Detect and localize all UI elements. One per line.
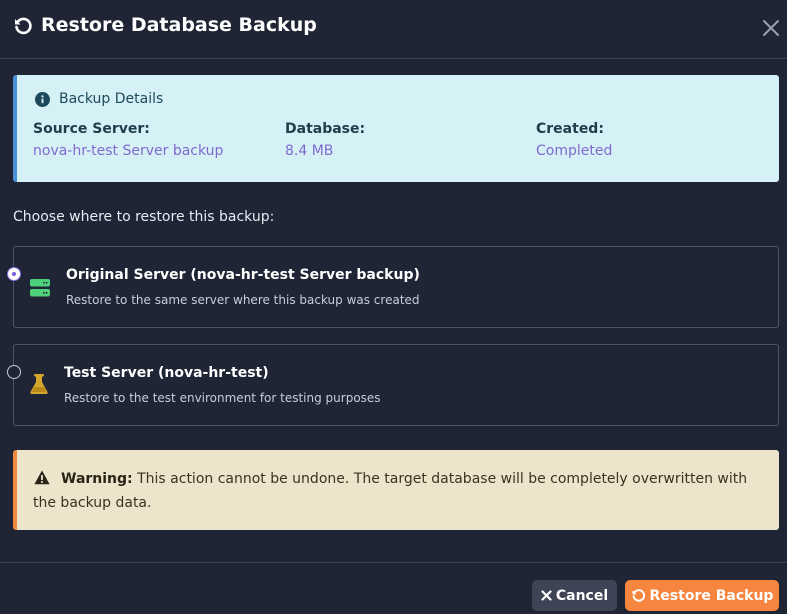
source-server-value: nova-hr-test Server backup xyxy=(33,143,224,159)
restore-target-prompt: Choose where to restore this backup: xyxy=(13,209,275,225)
warning-text: This action cannot be undone. The target… xyxy=(33,471,748,511)
info-icon xyxy=(35,91,50,107)
dialog-footer: Cancel Restore Backup xyxy=(0,562,787,614)
cancel-button[interactable]: Cancel xyxy=(532,580,617,611)
created-field: Created: Completed xyxy=(536,121,612,159)
backup-details-panel: Backup Details Source Server: nova-hr-te… xyxy=(13,75,779,182)
test-server-description: Restore to the test environment for test… xyxy=(64,391,381,405)
restore-icon xyxy=(15,17,32,35)
backup-details-heading: Backup Details xyxy=(35,91,163,107)
warning-box: Warning: This action cannot be undone. T… xyxy=(13,450,779,530)
original-server-radio[interactable] xyxy=(7,267,21,281)
test-server-radio[interactable] xyxy=(7,365,21,379)
original-server-description: Restore to the same server where this ba… xyxy=(66,293,420,307)
database-field: Database: 8.4 MB xyxy=(285,121,365,159)
dialog-title: Restore Database Backup xyxy=(41,14,317,36)
cancel-label: Cancel xyxy=(555,587,609,604)
dialog-header: Restore Database Backup xyxy=(0,0,787,59)
backup-details-title: Backup Details xyxy=(59,91,164,107)
database-label: Database: xyxy=(285,121,366,137)
restore-icon xyxy=(632,589,645,602)
close-icon[interactable] xyxy=(760,17,782,39)
created-label: Created: xyxy=(536,121,604,137)
flask-icon xyxy=(30,374,48,394)
server-icon xyxy=(30,279,50,297)
option-test-server[interactable]: Test Server (nova-hr-test) Restore to th… xyxy=(7,344,779,426)
x-icon xyxy=(541,590,552,601)
created-value: Completed xyxy=(536,143,613,159)
option-original-server[interactable]: Original Server (nova-hr-test Server bac… xyxy=(7,246,779,328)
restore-backup-button[interactable]: Restore Backup xyxy=(625,580,779,611)
test-server-title: Test Server (nova-hr-test) xyxy=(64,365,269,381)
original-server-title: Original Server (nova-hr-test Server bac… xyxy=(66,267,420,283)
restore-backup-label: Restore Backup xyxy=(649,587,774,604)
database-value: 8.4 MB xyxy=(285,143,334,159)
restore-dialog: Restore Database Backup Backup Details S… xyxy=(0,0,787,613)
warning-label: Warning: xyxy=(61,471,133,487)
warning-message: Warning: This action cannot be undone. T… xyxy=(33,467,763,515)
source-server-label: Source Server: xyxy=(33,121,150,137)
source-server-field: Source Server: nova-hr-test Server backu… xyxy=(33,121,223,159)
